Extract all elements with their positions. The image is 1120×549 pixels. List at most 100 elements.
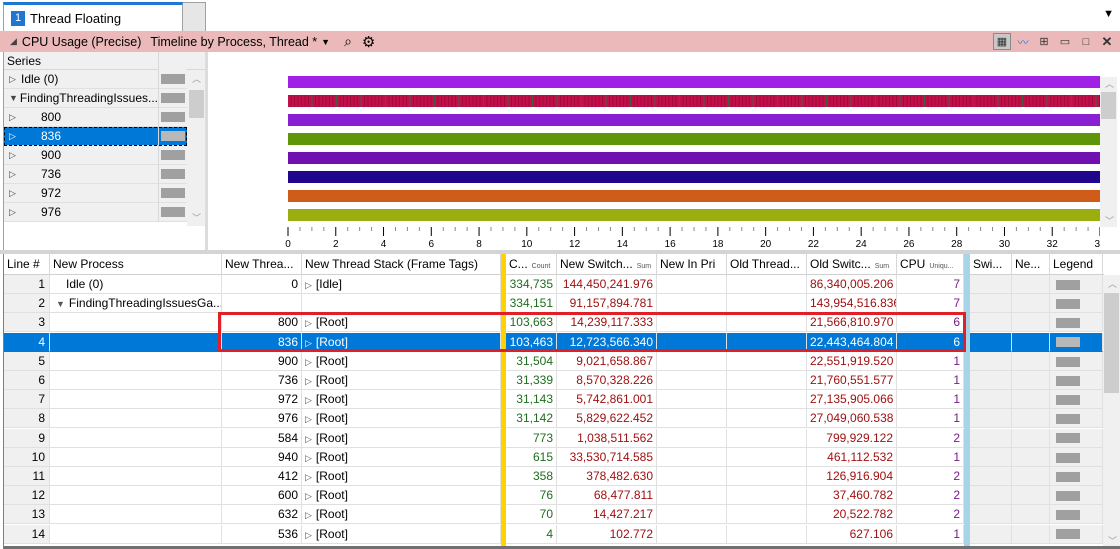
- collapsed-triangle-icon[interactable]: ▷: [305, 318, 312, 328]
- expanded-triangle-icon[interactable]: ▼: [56, 299, 65, 309]
- scroll-down-icon[interactable]: ﹀: [1100, 214, 1119, 227]
- legend-color-swatch[interactable]: [1056, 318, 1080, 329]
- column-header-stack[interactable]: New Thread Stack (Frame Tags): [302, 254, 501, 275]
- table-row[interactable]: 9 584 ▷ [Root] 773 1,038,511.562 799,929.122 2: [4, 428, 1104, 448]
- preset-selector[interactable]: Timeline by Process, Thread *: [150, 35, 317, 49]
- timeline-lane-idle-0-[interactable]: [288, 76, 1100, 88]
- grouping-column-divider[interactable]: [501, 254, 506, 546]
- series-swatch-cell[interactable]: [158, 107, 187, 127]
- chart-scrollbar[interactable]: ︿ ﹀: [1100, 77, 1117, 227]
- series-item[interactable]: ▷ 972: [4, 183, 187, 203]
- table-row[interactable]: 11 412 ▷ [Root] 358 378,482.630 126,916.904 2: [4, 467, 1104, 486]
- dropdown-arrow-icon[interactable]: ▼: [1103, 8, 1114, 20]
- column-header-process[interactable]: New Process: [50, 254, 222, 275]
- collapsed-triangle-icon[interactable]: ▷: [305, 530, 312, 540]
- series-swatch-cell[interactable]: [158, 164, 187, 184]
- collapsed-triangle-icon[interactable]: ▷: [305, 338, 312, 348]
- collapsed-triangle-icon[interactable]: ▷: [305, 395, 312, 405]
- table-row[interactable]: 10 940 ▷ [Root] 615 33,530,714.585 461,112.532…: [4, 447, 1104, 467]
- collapsed-triangle-icon[interactable]: ▷: [9, 188, 21, 199]
- series-swatch-cell[interactable]: [158, 202, 187, 222]
- series-swatch-cell[interactable]: [158, 88, 187, 108]
- column-header-new-in-pri[interactable]: New In Pri: [657, 254, 727, 275]
- scroll-down-icon[interactable]: ﹀: [1103, 534, 1120, 546]
- column-header-cpu[interactable]: CPU Uniqu...: [897, 254, 964, 275]
- legend-color-swatch[interactable]: [1056, 471, 1080, 482]
- gear-icon[interactable]: ⚙: [362, 33, 375, 51]
- search-icon[interactable]: ⌕: [344, 33, 352, 50]
- close-icon[interactable]: ✕: [1098, 33, 1116, 50]
- series-item[interactable]: ▷ 736: [4, 164, 187, 184]
- table-row[interactable]: 14 536 ▷ [Root] 4 102.772 627.106 1: [4, 524, 1104, 544]
- table-row[interactable]: 1 Idle (0) 0 ▷ [Idle] 334,735 144,450,241.976 8…: [4, 275, 1104, 294]
- series-item[interactable]: ▼ FindingThreadingIssues...: [4, 88, 187, 108]
- collapsed-triangle-icon[interactable]: ▷: [305, 472, 312, 482]
- graphing-column-divider[interactable]: [964, 254, 970, 546]
- series-swatch-cell[interactable]: [158, 69, 187, 89]
- new-tab-button[interactable]: [183, 2, 206, 31]
- legend-color-swatch[interactable]: [1056, 395, 1080, 406]
- legend-color-swatch[interactable]: [1056, 452, 1080, 463]
- series-swatch-cell[interactable]: [158, 145, 187, 165]
- legend-color-swatch[interactable]: [1056, 491, 1080, 502]
- column-header-thread[interactable]: New Threa...: [222, 254, 302, 275]
- series-swatch-cell[interactable]: [158, 183, 187, 203]
- scroll-down-icon[interactable]: ﹀: [187, 211, 206, 224]
- table-row[interactable]: 8 976 ▷ [Root] 31,142 5,829,622.452 27,049,060…: [4, 409, 1104, 429]
- table-row[interactable]: 5 900 ▷ [Root] 31,504 9,021,658.867 22,551,919…: [4, 351, 1104, 371]
- table-scroll-thumb[interactable]: [1104, 293, 1119, 393]
- legend-color-swatch[interactable]: [1056, 299, 1080, 310]
- timeline-lane-976[interactable]: [288, 209, 1100, 221]
- scroll-up-icon[interactable]: ︿: [1100, 77, 1119, 90]
- table-only-icon[interactable]: ⊞: [1035, 33, 1053, 50]
- collapsed-triangle-icon[interactable]: ▷: [305, 491, 312, 501]
- column-header-line[interactable]: Line #: [4, 254, 50, 275]
- legend-color-swatch[interactable]: [1056, 433, 1080, 444]
- timeline-chart[interactable]: 0246810121416182022242628303234 ︿ ﹀: [208, 52, 1120, 250]
- legend-color-swatch[interactable]: [1056, 510, 1080, 521]
- legend-color-swatch[interactable]: [1056, 279, 1080, 290]
- table-row[interactable]: 2 ▼ FindingThreadingIssuesGa... 334,151 91,1…: [4, 294, 1104, 314]
- series-item[interactable]: ▷ 976: [4, 202, 187, 222]
- collapsed-triangle-icon[interactable]: ▷: [305, 510, 312, 520]
- legend-color-swatch[interactable]: [1056, 356, 1080, 367]
- scroll-up-icon[interactable]: ︿: [187, 72, 206, 85]
- collapsed-triangle-icon[interactable]: ▷: [9, 150, 21, 161]
- collapsed-triangle-icon[interactable]: ▷: [305, 453, 312, 463]
- table-row[interactable]: 12 600 ▷ [Root] 76 68,477.811 37,460.782 2: [4, 486, 1104, 506]
- column-header-new-switch[interactable]: New Switch... Sum: [557, 254, 657, 275]
- series-swatch-cell[interactable]: [158, 126, 187, 146]
- timeline-lane-836[interactable]: [288, 133, 1100, 145]
- series-item[interactable]: ▷ 800: [4, 107, 187, 127]
- column-header-old-thread[interactable]: Old Thread...: [727, 254, 807, 275]
- scroll-up-icon[interactable]: ︿: [1103, 277, 1120, 290]
- table-row[interactable]: 3 800 ▷ [Root] 103,663 14,239,117.333 21,566,8…: [4, 313, 1104, 333]
- chart-scroll-thumb[interactable]: [1101, 92, 1116, 119]
- collapsed-triangle-icon[interactable]: ▷: [9, 131, 21, 142]
- legend-color-swatch[interactable]: [1056, 337, 1080, 348]
- collapse-triangle-icon[interactable]: ◢: [10, 36, 17, 47]
- table-row[interactable]: 4 836 ▷ [Root] 103,463 12,723,566.340 22,443,4…: [4, 332, 1104, 352]
- series-item[interactable]: ▷ 836: [4, 126, 187, 146]
- collapsed-triangle-icon[interactable]: ▷: [305, 280, 312, 290]
- series-scroll-thumb[interactable]: [189, 90, 204, 118]
- timeline-lane-736[interactable]: [288, 171, 1100, 183]
- timeline-lane-800[interactable]: [288, 114, 1100, 126]
- maximize-icon[interactable]: □: [1077, 33, 1095, 50]
- legend-color-swatch[interactable]: [1056, 414, 1080, 425]
- column-header-swi[interactable]: Swi...: [970, 254, 1012, 275]
- series-item[interactable]: ▷ Idle (0): [4, 69, 187, 89]
- column-header-legend[interactable]: Legend: [1050, 254, 1103, 275]
- column-header-ne[interactable]: Ne...: [1012, 254, 1050, 275]
- series-scrollbar[interactable]: ︿ ﹀: [187, 70, 206, 226]
- legend-color-swatch[interactable]: [1056, 529, 1080, 540]
- collapsed-triangle-icon[interactable]: ▷: [305, 414, 312, 424]
- collapsed-triangle-icon[interactable]: ▷: [9, 207, 21, 218]
- graph-only-icon[interactable]: 〰: [1014, 33, 1032, 50]
- column-header-old-switch[interactable]: Old Switc... Sum: [807, 254, 897, 275]
- timeline-lane-972[interactable]: [288, 190, 1100, 202]
- minimize-icon[interactable]: ▭: [1056, 33, 1074, 50]
- legend-color-swatch[interactable]: [1056, 375, 1080, 386]
- tab-thread-floating[interactable]: 1 Thread Floating: [3, 2, 183, 31]
- table-row[interactable]: 7 972 ▷ [Root] 31,143 5,742,861.001 27,135,905…: [4, 390, 1104, 410]
